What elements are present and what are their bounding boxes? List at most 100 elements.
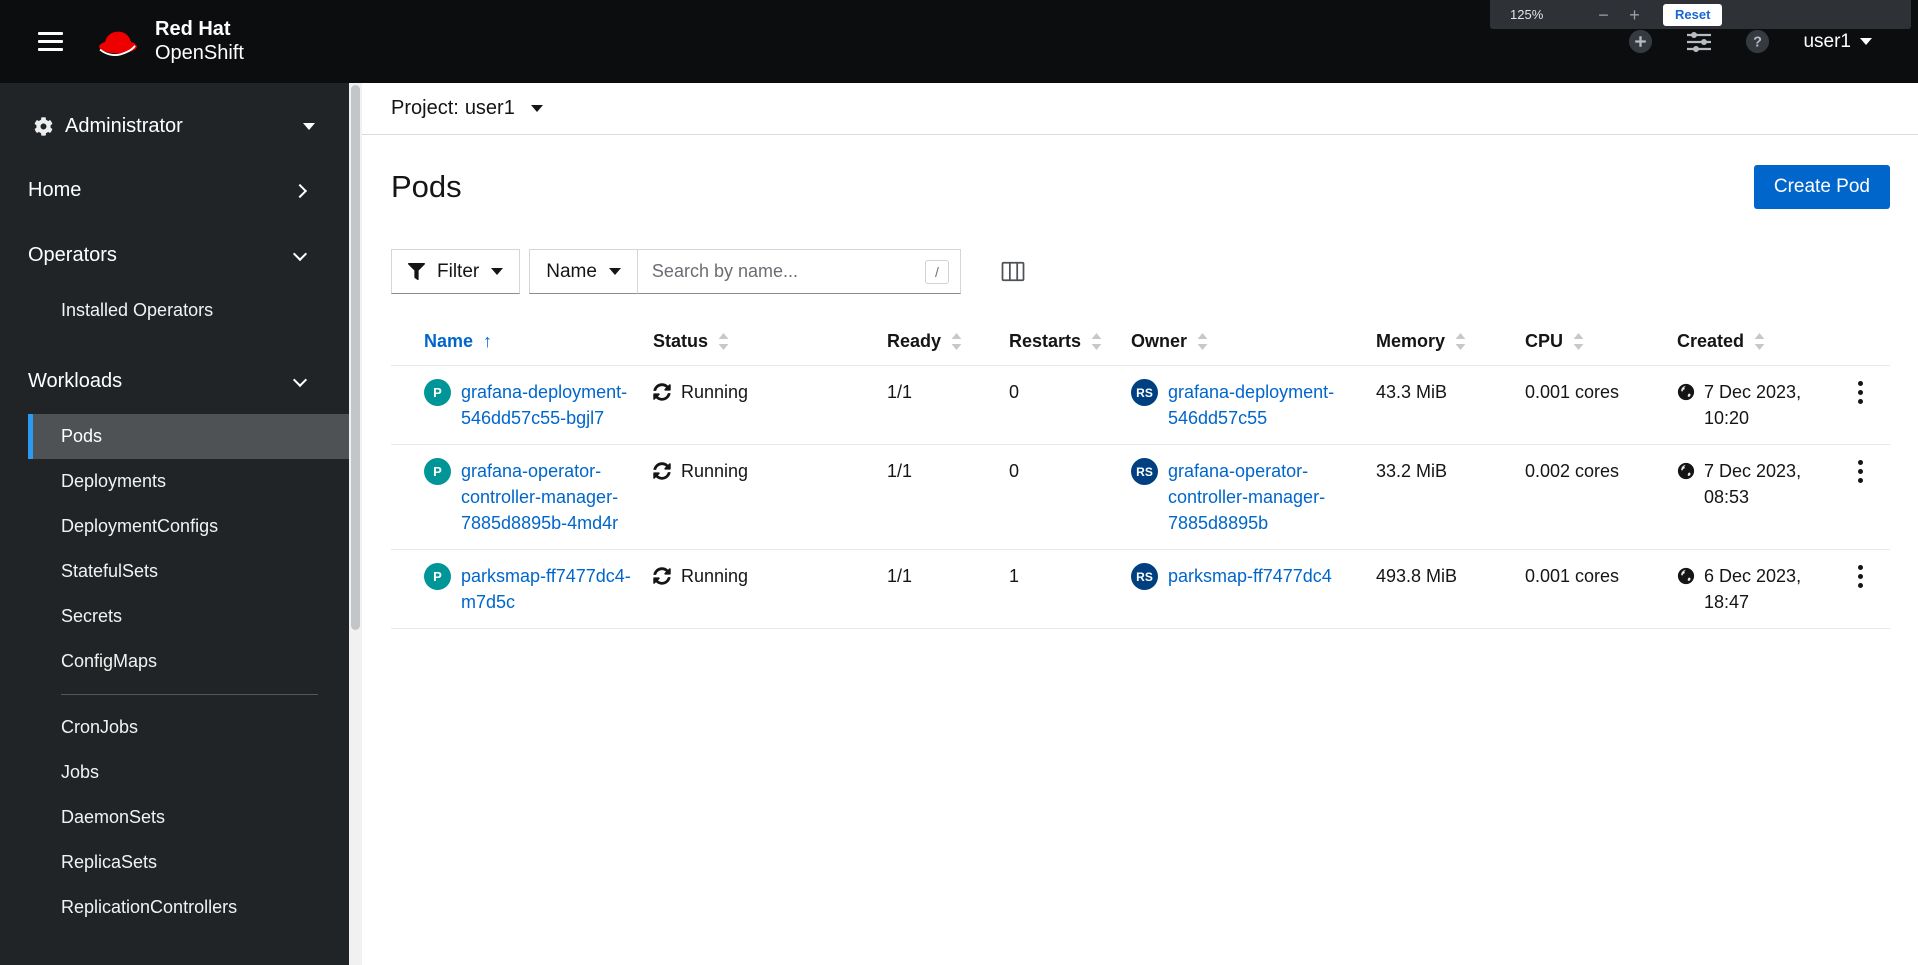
zoom-level: 125% [1510, 7, 1544, 22]
kebab-menu-icon[interactable] [1853, 375, 1868, 410]
table-header-row: Name ↑ Status Ready Restarts Owner Memor… [391, 318, 1890, 365]
column-header-actions [1837, 318, 1890, 344]
memory-cell: 43.3 MiB [1376, 382, 1448, 402]
ready-cell: 1/1 [887, 382, 913, 402]
column-header-ready[interactable]: Ready [887, 318, 1009, 365]
column-header-name[interactable]: Name ↑ [391, 318, 653, 365]
sidebar-item-cronjobs[interactable]: CronJobs [28, 705, 349, 750]
sidebar-item-secrets[interactable]: Secrets [28, 594, 349, 639]
memory-cell: 33.2 MiB [1376, 461, 1448, 481]
ready-cell: 1/1 [887, 461, 913, 481]
sync-running-icon [653, 383, 671, 401]
manage-columns-button[interactable] [1001, 249, 1025, 294]
search-type-label: Name [546, 260, 597, 282]
sidebar-item-pods[interactable]: Pods [28, 414, 349, 459]
sidebar-item-daemonsets[interactable]: DaemonSets [28, 795, 349, 840]
column-header-restarts[interactable]: Restarts [1009, 318, 1131, 365]
sidebar-item-deploymentconfigs[interactable]: DeploymentConfigs [28, 504, 349, 549]
sortable-icon [1091, 333, 1102, 350]
masthead: Red Hat OpenShift 125% − + Reset ? user1 [0, 0, 1918, 83]
redhat-hat-icon [99, 31, 137, 56]
sidebar-nav: Administrator Home Operators Installed O… [0, 83, 349, 965]
sidebar-item-deployments[interactable]: Deployments [28, 459, 349, 504]
replicaset-badge: RS [1131, 563, 1158, 590]
globe-timestamp-icon [1677, 383, 1695, 401]
filter-funnel-icon [408, 263, 425, 280]
zoom-reset-button[interactable]: Reset [1663, 3, 1723, 26]
owner-link[interactable]: parksmap-ff7477dc4 [1168, 563, 1332, 590]
sidebar-item-jobs[interactable]: Jobs [28, 750, 349, 795]
owner-link[interactable]: grafana-deployment-546dd57c55 [1168, 379, 1368, 431]
create-pod-button[interactable]: Create Pod [1753, 165, 1890, 209]
sidebar-scrollbar[interactable] [349, 83, 362, 965]
cpu-cell: 0.002 cores [1525, 461, 1620, 481]
quick-create-button[interactable] [1627, 28, 1654, 55]
project-value[interactable]: user1 [465, 97, 515, 120]
table-row: P grafana-operator-controller-manager-78… [391, 444, 1890, 549]
column-header-memory[interactable]: Memory [1376, 318, 1525, 365]
perspective-label: Administrator [65, 115, 183, 137]
sidebar-item-replicasets[interactable]: ReplicaSets [28, 840, 349, 885]
perspective-switcher[interactable]: Administrator [0, 83, 349, 158]
gear-icon [34, 117, 53, 136]
settings-button[interactable] [1686, 30, 1712, 54]
sortable-icon [951, 333, 962, 350]
search-type-dropdown[interactable]: Name [529, 249, 638, 294]
pod-badge: P [424, 379, 451, 406]
nav-toggle-icon[interactable] [32, 26, 69, 57]
status-text: Running [681, 382, 749, 402]
column-header-owner[interactable]: Owner [1131, 318, 1376, 365]
created-timestamp: 7 Dec 2023, 10:20 [1704, 382, 1802, 428]
kebab-menu-icon[interactable] [1853, 559, 1868, 594]
brand-logo[interactable]: Red Hat OpenShift [95, 18, 244, 65]
sort-ascending-icon: ↑ [483, 331, 493, 351]
column-header-created[interactable]: Created [1677, 318, 1837, 365]
kebab-menu-icon[interactable] [1853, 454, 1868, 489]
username: user1 [1803, 30, 1851, 52]
pod-badge: P [424, 563, 451, 590]
page-title: Pods [391, 169, 462, 204]
sidebar-item-home[interactable]: Home [0, 158, 349, 223]
user-menu[interactable]: user1 [1803, 31, 1872, 53]
main-content: Project: user1 Pods Create Pod Filter Na… [362, 83, 1918, 965]
filter-dropdown[interactable]: Filter [391, 249, 521, 294]
sidebar-item-label: Workloads [28, 370, 123, 392]
pod-name-link[interactable]: parksmap-ff7477dc4-m7d5c [461, 563, 645, 615]
brand-line2: OpenShift [155, 41, 244, 64]
sidebar-item-label: Operators [28, 244, 117, 266]
restarts-cell: 0 [1009, 461, 1020, 481]
sliders-icon [1687, 31, 1712, 52]
chevron-down-icon[interactable] [530, 105, 543, 112]
sync-running-icon [653, 462, 671, 480]
table-row: P grafana-deployment-546dd57c55-bgjl7 Ru… [391, 365, 1890, 444]
sync-running-icon [653, 567, 671, 585]
chevron-right-icon [292, 183, 308, 198]
chevron-down-icon [303, 123, 315, 130]
restarts-cell: 0 [1009, 382, 1020, 402]
table-columns-icon [1001, 261, 1025, 282]
replicaset-badge: RS [1131, 458, 1158, 485]
plus-circle-icon [1629, 29, 1653, 54]
search-input[interactable] [636, 249, 961, 294]
sidebar-item-statefulsets[interactable]: StatefulSets [28, 549, 349, 594]
column-header-status[interactable]: Status [653, 318, 887, 365]
project-label: Project: [391, 97, 459, 119]
sidebar-item-operators[interactable]: Operators [0, 223, 349, 288]
sidebar-item-workloads[interactable]: Workloads [0, 349, 349, 414]
pod-name-link[interactable]: grafana-operator-controller-manager-7885… [461, 458, 645, 536]
zoom-out-button[interactable]: − [1588, 6, 1619, 24]
sidebar-item-replicationcontrollers[interactable]: ReplicationControllers [28, 885, 349, 930]
owner-link[interactable]: grafana-operator-controller-manager-7885… [1168, 458, 1368, 536]
cpu-cell: 0.001 cores [1525, 566, 1620, 586]
scrollbar-thumb[interactable] [351, 85, 360, 630]
zoom-in-button[interactable]: + [1619, 6, 1650, 24]
column-header-cpu[interactable]: CPU [1525, 318, 1677, 365]
svg-text:?: ? [1754, 34, 1763, 50]
help-button[interactable]: ? [1744, 28, 1771, 55]
pod-name-link[interactable]: grafana-deployment-546dd57c55-bgjl7 [461, 379, 645, 431]
globe-timestamp-icon [1677, 462, 1695, 480]
sidebar-item-configmaps[interactable]: ConfigMaps [28, 639, 349, 684]
status-text: Running [681, 566, 749, 586]
sidebar-item-installed-operators[interactable]: Installed Operators [28, 288, 349, 333]
created-timestamp: 7 Dec 2023, 08:53 [1704, 461, 1802, 507]
